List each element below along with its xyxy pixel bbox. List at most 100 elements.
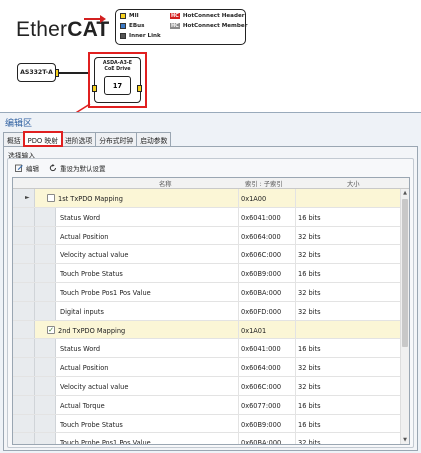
- pdo-checkbox[interactable]: ✓: [47, 325, 55, 334]
- column-header-size[interactable]: 大小: [347, 179, 360, 188]
- table-row[interactable]: Touch Probe Pos1 Pos Value 0x60BA:000 32 b…: [13, 433, 409, 445]
- edit-icon: [15, 164, 23, 172]
- cell-name: Touch Probe Status: [60, 270, 123, 279]
- legend-item-hc-member: HC HotConnect Member: [170, 23, 248, 29]
- cell-name: Velocity actual value: [60, 251, 129, 260]
- master-port-icon: [55, 69, 59, 77]
- cell-name: 2nd TxPDO Mapping: [58, 326, 126, 335]
- row-indent: [35, 414, 56, 433]
- table-row[interactable]: Velocity actual value 0x606C:000 32 bits: [13, 245, 409, 265]
- cell-size: 32 bits: [298, 382, 321, 391]
- cell-name: Actual Position: [60, 232, 109, 241]
- tab-overview[interactable]: 概括: [3, 132, 25, 146]
- cell-index: 0x6064:000: [241, 232, 281, 241]
- cell-index: 0x6077:000: [241, 401, 281, 410]
- row-indicator: [13, 395, 35, 414]
- pdo-group-row[interactable]: ✓ 2nd TxPDO Mapping 0x1A01: [13, 320, 409, 340]
- cell-index: 0x60BA:000: [241, 288, 282, 297]
- cell-index: 0x606C:000: [241, 382, 282, 391]
- cell-name: Actual Position: [60, 364, 109, 373]
- cell-name: Actual Torque: [60, 401, 105, 410]
- table-row[interactable]: Digital inputs 0x60FD:000 32 bits: [13, 301, 409, 321]
- scroll-down-icon[interactable]: ▼: [401, 436, 409, 444]
- table-header: 名称 索引 : 子索引 大小: [13, 178, 409, 189]
- table-row[interactable]: Touch Probe Pos1 Pos Value 0x60BA:000 32 b…: [13, 282, 409, 302]
- column-header-index[interactable]: 索引 : 子索引: [245, 179, 283, 188]
- row-indicator: [13, 358, 35, 376]
- scroll-thumb[interactable]: [402, 199, 408, 347]
- row-indicator: [13, 376, 35, 395]
- drive-node-asda-a3[interactable]: ASDA-A3-E CoE Drive 17: [92, 57, 142, 103]
- row-indent: [35, 282, 56, 301]
- hc-header-badge-icon: HC: [170, 13, 180, 19]
- cell-size: 32 bits: [298, 288, 321, 297]
- scroll-up-icon[interactable]: ▲: [401, 189, 409, 198]
- cell-size: 32 bits: [298, 251, 321, 260]
- row-indicator: [13, 339, 35, 358]
- mii-swatch-icon: [120, 13, 126, 19]
- tab-distributed-clock[interactable]: 分布式时钟: [95, 132, 138, 146]
- cell-index: 0x60B9:000: [241, 420, 282, 429]
- cell-index: 0x1A01: [241, 326, 267, 335]
- row-indicator: [13, 264, 35, 282]
- legend-item-mii: MII: [120, 13, 139, 19]
- table-row[interactable]: Status Word 0x6041:000 16 bits: [13, 207, 409, 227]
- column-header-name[interactable]: 名称: [159, 179, 172, 188]
- table-row[interactable]: Actual Position 0x6064:000 32 bits: [13, 226, 409, 246]
- cell-size: 32 bits: [298, 232, 321, 241]
- row-indent: [35, 226, 56, 245]
- legend-item-inner-link: Inner Link: [120, 33, 161, 39]
- master-node-as332t[interactable]: AS332T-A: [17, 63, 56, 82]
- cell-size: 16 bits: [298, 420, 321, 429]
- reset-default-button[interactable]: 重设为默认设置: [49, 163, 106, 173]
- cell-index: 0x60BA:000: [241, 439, 282, 445]
- cell-size: 16 bits: [298, 213, 321, 222]
- pdo-group-row[interactable]: ► 1st TxPDO Mapping 0x1A00: [13, 189, 409, 208]
- legend-box: MII EBus Inner Link HC HotConnect Header…: [115, 9, 248, 45]
- cell-size: 16 bits: [298, 270, 321, 279]
- row-indicator: [13, 433, 35, 444]
- vertical-scrollbar[interactable]: ▲ ▼: [400, 189, 409, 444]
- row-indent: [35, 395, 56, 414]
- table-row[interactable]: Touch Probe Status 0x60B9:000 16 bits: [13, 414, 409, 434]
- row-indicator: [13, 226, 35, 245]
- cell-name: Touch Probe Pos1 Pos Value: [60, 288, 151, 297]
- cell-size: 16 bits: [298, 401, 321, 410]
- table-row[interactable]: Actual Torque 0x6077:000 16 bits: [13, 395, 409, 415]
- app-root: EtherCAT MII EBus Inner Link HC HotConne…: [0, 0, 421, 453]
- legend-item-ebus: EBus: [120, 23, 144, 29]
- ebus-swatch-icon: [120, 23, 126, 29]
- edit-button[interactable]: 编辑: [15, 163, 39, 173]
- table-body: ► 1st TxPDO Mapping 0x1A00 Status Word 0x604…: [13, 189, 409, 445]
- cell-name: Digital inputs: [60, 307, 104, 316]
- table-row[interactable]: Status Word 0x6041:000 16 bits: [13, 339, 409, 359]
- tab-startup-parameters[interactable]: 启动参数: [136, 132, 172, 146]
- cell-index: 0x6041:000: [241, 213, 281, 222]
- table-row[interactable]: Velocity actual value 0x606C:000 32 bits: [13, 376, 409, 396]
- row-indicator: [13, 207, 35, 226]
- row-indicator: [13, 414, 35, 433]
- table-row[interactable]: Actual Position 0x6064:000 32 bits: [13, 358, 409, 377]
- cell-name: Status Word: [60, 213, 101, 222]
- table-row[interactable]: Touch Probe Status 0x60B9:000 16 bits: [13, 264, 409, 283]
- cell-index: 0x60FD:000: [241, 307, 282, 316]
- cell-size: 32 bits: [298, 364, 321, 373]
- inner-link-swatch-icon: [120, 33, 126, 39]
- cell-name: Status Word: [60, 345, 101, 354]
- row-indent: [35, 358, 56, 376]
- pdo-mapping-table: 名称 索引 : 子索引 大小 ► 1st TxPDO Mapping 0x1A00 S…: [12, 177, 410, 445]
- cell-name: Touch Probe Status: [60, 420, 123, 429]
- tab-pdo-mapping[interactable]: PDO 映射: [22, 131, 64, 147]
- row-indicator: [13, 301, 35, 320]
- editor-title: 编辑区: [5, 119, 33, 129]
- row-indent: [35, 264, 56, 282]
- cell-index: 0x606C:000: [241, 251, 282, 260]
- row-indicator: [13, 320, 35, 339]
- pdo-checkbox[interactable]: [47, 194, 55, 202]
- hc-member-badge-icon: HC: [170, 23, 180, 29]
- cell-name: Velocity actual value: [60, 382, 129, 391]
- cell-size: 32 bits: [298, 439, 321, 445]
- tab-advanced-options[interactable]: 进阶选项: [61, 132, 97, 146]
- pdo-toolbar: 编辑 重设为默认设置: [15, 163, 113, 173]
- row-indicator: [13, 189, 35, 207]
